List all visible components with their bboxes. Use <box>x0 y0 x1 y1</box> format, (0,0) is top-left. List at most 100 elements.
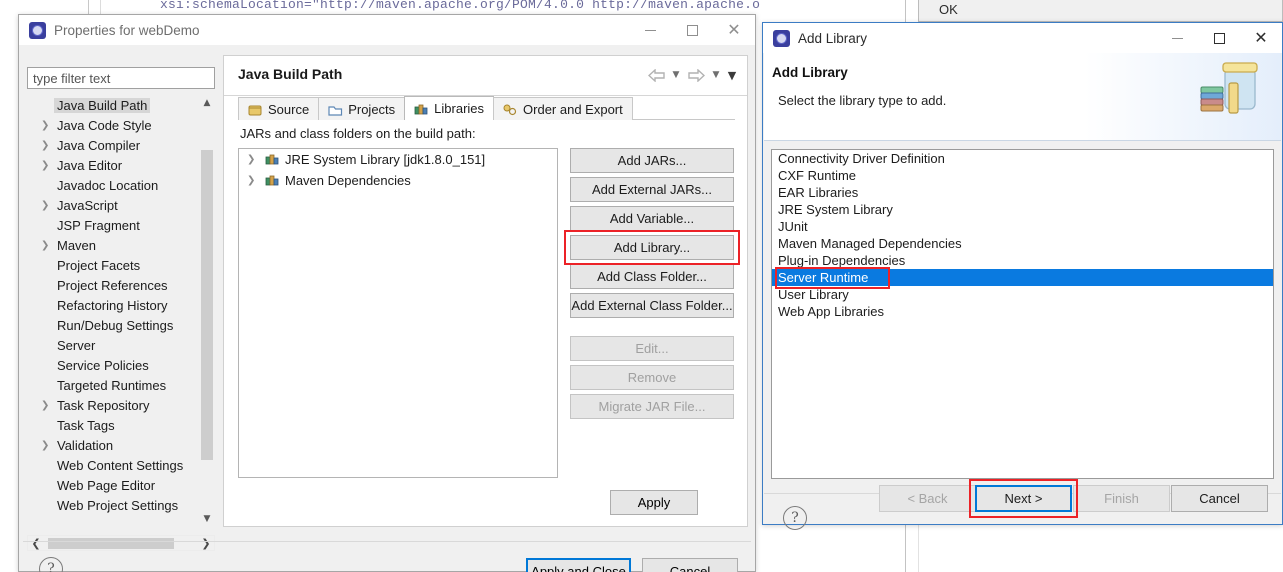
tree-horizontal-scrollbar[interactable]: ❮ ❯ <box>27 535 215 551</box>
tree-item-web-content-settings[interactable]: Web Content Settings <box>27 455 215 475</box>
chevron-right-icon[interactable]: ❯ <box>41 440 54 451</box>
pane-header: Java Build Path ▼ ▼ ▼ <box>224 56 747 96</box>
library-type-maven-managed-dependencies[interactable]: Maven Managed Dependencies <box>772 235 1273 252</box>
build-path-tabs[interactable]: Source Projects Libraries Order and Export <box>238 96 633 120</box>
forward-dropdown-icon[interactable]: ▼ <box>709 64 723 86</box>
tree-item-label: Javadoc Location <box>57 177 159 193</box>
tree-item-validation[interactable]: ❯ Validation <box>27 435 215 455</box>
tree-item-task-repository[interactable]: ❯ Task Repository <box>27 395 215 415</box>
tree-item-task-tags[interactable]: Task Tags <box>27 415 215 435</box>
add-variable-button[interactable]: Add Variable... <box>570 206 734 231</box>
tree-item-targeted-runtimes[interactable]: Targeted Runtimes <box>27 375 215 395</box>
chevron-right-icon[interactable]: ❯ <box>247 154 260 165</box>
filter-input[interactable] <box>27 67 215 89</box>
back-arrow-icon[interactable] <box>645 64 667 86</box>
add-external-class-folder-button[interactable]: Add External Class Folder... <box>570 293 734 318</box>
maximize-button[interactable] <box>671 15 713 45</box>
apply-button[interactable]: Apply <box>610 490 698 515</box>
background-ok-button[interactable]: OK <box>939 2 958 17</box>
library-type-plug-in-dependencies[interactable]: Plug-in Dependencies <box>772 252 1273 269</box>
library-type-web-app-libraries[interactable]: Web App Libraries <box>772 303 1273 320</box>
tree-item-label: Maven <box>57 237 97 253</box>
tree-item-java-compiler[interactable]: ❯ Java Compiler <box>27 135 215 155</box>
library-type-connectivity-driver-definition[interactable]: Connectivity Driver Definition <box>772 150 1273 167</box>
tree-item-run-debug-settings[interactable]: Run/Debug Settings <box>27 315 215 335</box>
maximize-button[interactable] <box>1198 23 1240 53</box>
finish-button[interactable]: Finish <box>1073 485 1170 512</box>
tree-item-server[interactable]: Server <box>27 335 215 355</box>
tree-item-javascript[interactable]: ❯ JavaScript <box>27 195 215 215</box>
tree-scroll-thumb[interactable] <box>201 150 213 460</box>
tab-label: Libraries <box>434 101 485 116</box>
add-class-folder-button[interactable]: Add Class Folder... <box>570 264 734 289</box>
scroll-up-icon[interactable]: ▲ <box>199 95 215 111</box>
tree-vertical-scrollbar[interactable]: ▲ ▼ <box>199 95 215 527</box>
tree-item-project-facets[interactable]: Project Facets <box>27 255 215 275</box>
add-library-button[interactable]: Add Library... <box>570 235 734 260</box>
minimize-icon <box>644 29 656 31</box>
tree-item-project-references[interactable]: Project References <box>27 275 215 295</box>
tree-item-jsp-fragment[interactable]: JSP Fragment <box>27 215 215 235</box>
maximize-icon <box>686 24 698 36</box>
library-type-ear-libraries[interactable]: EAR Libraries <box>772 184 1273 201</box>
scroll-left-icon[interactable]: ❮ <box>28 536 44 550</box>
help-icon[interactable]: ? <box>783 506 807 530</box>
settings-tree[interactable]: Java Build Path ❯ Java Code Style ❯ Java Com… <box>27 95 215 527</box>
tree-item-web-project-settings[interactable]: Web Project Settings <box>27 495 215 515</box>
library-type-server-runtime[interactable]: Server Runtime <box>772 269 1273 286</box>
minimize-button[interactable] <box>1156 23 1198 53</box>
close-button[interactable]: ✕ <box>713 15 755 45</box>
apply-and-close-button[interactable]: Apply and Close <box>526 558 631 572</box>
tree-item-java-code-style[interactable]: ❯ Java Code Style <box>27 115 215 135</box>
chevron-right-icon[interactable]: ❯ <box>247 175 260 186</box>
help-icon[interactable]: ? <box>39 557 63 572</box>
chevron-right-icon[interactable]: ❯ <box>41 200 54 211</box>
next-button[interactable]: Next > <box>975 485 1072 512</box>
minimize-icon <box>1171 37 1183 39</box>
library-type-junit[interactable]: JUnit <box>772 218 1273 235</box>
chevron-right-icon[interactable]: ❯ <box>41 160 54 171</box>
libraries-books-icon <box>414 102 429 115</box>
tree-item-javadoc-location[interactable]: Javadoc Location <box>27 175 215 195</box>
back-dropdown-icon[interactable]: ▼ <box>669 64 683 86</box>
library-row[interactable]: ❯ JRE System Library [jdk1.8.0_151] <box>239 149 557 170</box>
library-type-cxf-runtime[interactable]: CXF Runtime <box>772 167 1273 184</box>
chevron-right-icon[interactable]: ❯ <box>41 240 54 251</box>
background-dialog-fragment: OK <box>918 0 1283 22</box>
tree-hscroll-thumb[interactable] <box>48 538 174 549</box>
library-type-list[interactable]: Connectivity Driver Definition CXF Runtim… <box>771 149 1274 479</box>
tree-item-java-editor[interactable]: ❯ Java Editor <box>27 155 215 175</box>
libraries-list[interactable]: ❯ JRE System Library [jdk1.8.0_151] ❯ Maven… <box>238 148 558 478</box>
forward-arrow-icon[interactable] <box>685 64 707 86</box>
minimize-button[interactable] <box>629 15 671 45</box>
tab-source[interactable]: Source <box>238 97 320 120</box>
tree-item-refactoring-history[interactable]: Refactoring History <box>27 295 215 315</box>
tree-item-label: Run/Debug Settings <box>57 317 174 333</box>
tree-item-java-build-path[interactable]: Java Build Path <box>27 95 215 115</box>
chevron-right-icon[interactable]: ❯ <box>41 120 54 131</box>
tab-order-and-export[interactable]: Order and Export <box>493 97 633 120</box>
library-type-jre-system-library[interactable]: JRE System Library <box>772 201 1273 218</box>
tab-libraries[interactable]: Libraries <box>404 96 495 120</box>
view-menu-icon[interactable]: ▼ <box>725 64 739 86</box>
tree-item-web-page-editor[interactable]: Web Page Editor <box>27 475 215 495</box>
tree-item-maven[interactable]: ❯ Maven <box>27 235 215 255</box>
scroll-right-icon[interactable]: ❯ <box>198 536 214 550</box>
scroll-down-icon[interactable]: ▼ <box>199 511 215 527</box>
close-button[interactable]: ✕ <box>1240 23 1282 53</box>
tab-projects[interactable]: Projects <box>318 97 406 120</box>
library-row[interactable]: ❯ Maven Dependencies <box>239 170 557 191</box>
add-library-dialog: Add Library ✕ Add Library Select the lib… <box>762 22 1283 530</box>
chevron-right-icon[interactable]: ❯ <box>41 400 54 411</box>
chevron-right-icon[interactable]: ❯ <box>41 140 54 151</box>
back-button[interactable]: < Back <box>879 485 976 512</box>
add-external-jars-button[interactable]: Add External JARs... <box>570 177 734 202</box>
properties-cancel-button[interactable]: Cancel <box>642 558 738 572</box>
page-title: Java Build Path <box>238 66 343 82</box>
library-type-user-library[interactable]: User Library <box>772 286 1273 303</box>
jars-list-label: JARs and class folders on the build path… <box>240 126 476 141</box>
tree-item-service-policies[interactable]: Service Policies <box>27 355 215 375</box>
build-path-pane: Java Build Path ▼ ▼ ▼ Source Projects Libr… <box>223 55 748 527</box>
add-jars-button[interactable]: Add JARs... <box>570 148 734 173</box>
add-library-cancel-button[interactable]: Cancel <box>1171 485 1268 512</box>
